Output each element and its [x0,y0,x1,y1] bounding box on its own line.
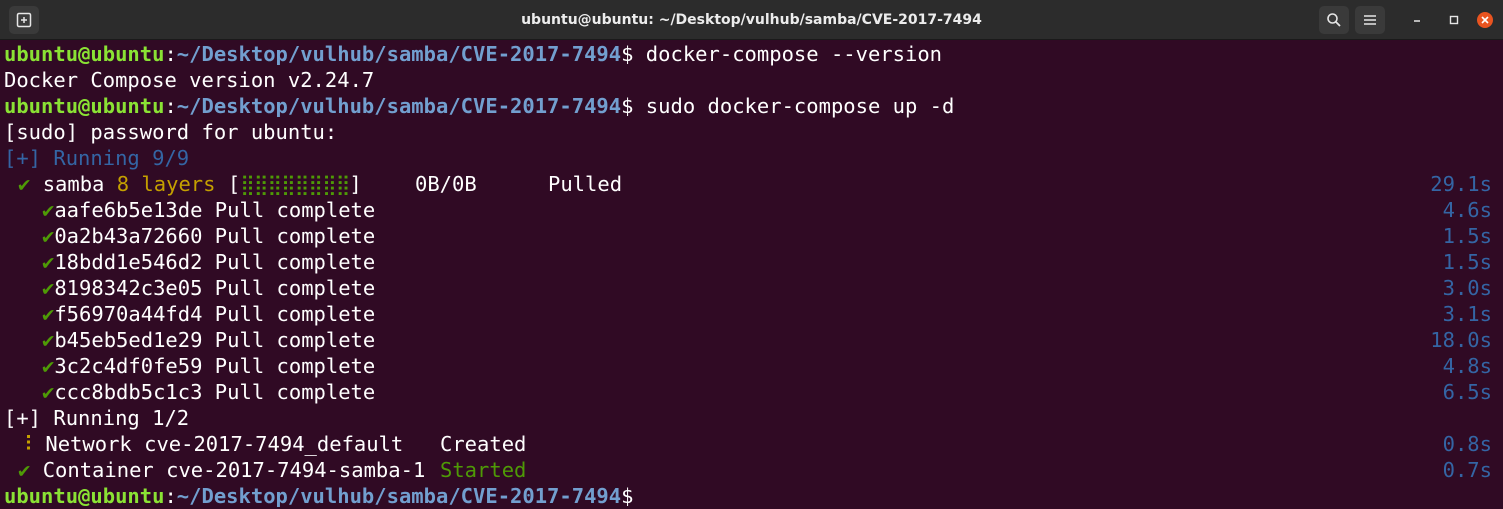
prompt-dollar: $ [621,42,634,66]
check-icon: ✔ [18,458,31,482]
hamburger-menu-icon [1363,14,1377,26]
prompt-dollar: $ [621,94,634,118]
layer-row: ✔f56970a44fd4 Pull complete 3.1s [4,301,1503,327]
layer-id: f56970a44fd4 [54,302,203,326]
download-size: 0B/0B [415,172,477,196]
terminal-line: ubuntu@ubuntu:~/Desktop/vulhub/samba/CVE… [4,483,1503,509]
layer-row: ✔3c2c4df0fe59 Pull complete 4.8s [4,353,1503,379]
elapsed-time: 3.0s [1442,276,1492,300]
minimize-icon [1412,15,1422,25]
prompt-colon: : [164,42,177,66]
container-text: Container cve-2017-7494-samba-1 [42,458,426,482]
prompt-colon: : [164,484,177,508]
service-name: samba [42,172,105,196]
layer-status: Pull complete [214,276,376,300]
maximize-button[interactable] [1441,6,1467,34]
elapsed-time: 18.0s [1430,328,1492,352]
elapsed-time: 3.1s [1442,302,1492,326]
close-button[interactable] [1472,6,1498,34]
output-text: Docker Compose version v2.24.7 [4,68,375,92]
container-status: Started [440,458,527,482]
check-icon: ✔ [18,172,31,196]
layer-status: Pull complete [214,354,376,378]
prompt-user-host: ubuntu@ubuntu [4,484,165,508]
network-text: Network cve-2017-7494_default [45,432,404,456]
window-title: ubuntu@ubuntu: ~/Desktop/vulhub/samba/CV… [521,12,982,28]
elapsed-time: 1.5s [1442,224,1492,248]
terminal-line: ubuntu@ubuntu:~/Desktop/vulhub/samba/CVE… [4,41,1503,67]
layer-id: 8198342c3e05 [54,276,203,300]
elapsed-time: 1.5s [1442,250,1492,274]
check-icon: ✔ [42,276,55,300]
command-text: docker-compose --version [633,42,943,66]
layer-id: 3c2c4df0fe59 [54,354,203,378]
progress-bracket-open: [ [227,172,241,196]
elapsed-time: 0.8s [1442,432,1492,456]
close-icon [1476,11,1494,29]
layer-status: Pull complete [214,302,376,326]
prompt-user-host: ubuntu@ubuntu [4,94,165,118]
elapsed-time: 4.6s [1442,198,1492,222]
layer-row: ✔8198342c3e05 Pull complete 3.0s [4,275,1503,301]
check-icon: ✔ [42,250,55,274]
check-icon: ✔ [42,198,55,222]
progress-bracket-close: ] [349,172,362,196]
layer-status: Pull complete [214,380,376,404]
layer-status: Pull complete [214,198,376,222]
layer-id: aafe6b5e13de [54,198,203,222]
layer-count: 8 layers [116,172,216,196]
check-icon: ✔ [42,380,55,404]
layer-row: ✔aafe6b5e13de Pull complete 4.6s [4,197,1503,223]
maximize-icon [1449,15,1459,25]
check-icon: ✔ [42,302,55,326]
check-icon: ✔ [42,354,55,378]
terminal-output[interactable]: ubuntu@ubuntu:~/Desktop/vulhub/samba/CVE… [0,41,1503,509]
search-icon [1326,12,1342,28]
prompt-path: ~/Desktop/vulhub/samba/CVE-2017-7494 [176,42,622,66]
terminal-line: Docker Compose version v2.24.7 [4,67,1503,93]
layer-row: ✔b45eb5ed1e29 Pull complete 18.0s [4,327,1503,353]
elapsed-time: 29.1s [1430,172,1492,196]
progress-bar: ⣿⣿⣿⣿⣿⣿⣿⣿ [240,172,350,196]
terminal-line: ubuntu@ubuntu:~/Desktop/vulhub/samba/CVE… [4,93,1503,119]
spinner-icon: ⠸ [18,432,34,456]
minimize-button[interactable] [1404,6,1430,34]
prompt-dollar: $ [621,484,634,508]
sudo-prompt-text: [sudo] password for ubuntu: [4,120,338,144]
layer-row: ✔ccc8bdb5c1c3 Pull complete 6.5s [4,379,1503,405]
terminal-line: ✔ Container cve-2017-7494-samba-1 Started… [4,457,1503,483]
elapsed-time: 6.5s [1442,380,1492,404]
pull-status: Pulled [548,172,623,196]
search-button[interactable] [1319,6,1349,34]
layer-row: ✔18bdd1e546d2 Pull complete 1.5s [4,249,1503,275]
layer-status: Pull complete [214,250,376,274]
prompt-path: ~/Desktop/vulhub/samba/CVE-2017-7494 [176,484,622,508]
elapsed-time: 0.7s [1442,458,1492,482]
title-bar: ubuntu@ubuntu: ~/Desktop/vulhub/samba/CV… [0,0,1503,40]
running-status-text: [+] Running 9/9 [4,146,190,170]
prompt-path: ~/Desktop/vulhub/samba/CVE-2017-7494 [176,94,622,118]
terminal-line: [+] Running 1/2 [4,405,1503,431]
layer-status: Pull complete [214,328,376,352]
prompt-user-host: ubuntu@ubuntu [4,42,165,66]
prompt-colon: : [164,94,177,118]
layer-id: 0a2b43a72660 [54,224,203,248]
terminal-line: [+] Running 9/9 [4,145,1503,171]
terminal-line: ✔ samba 8 layers [⣿⣿⣿⣿⣿⣿⣿⣿] 0B/0B Pulled 29… [4,171,1503,197]
layer-id: b45eb5ed1e29 [54,328,203,352]
layer-id: ccc8bdb5c1c3 [54,380,203,404]
layer-status: Pull complete [214,224,376,248]
terminal-line: ⠸ Network cve-2017-7494_default Created 0.… [4,431,1503,457]
terminal-line: [sudo] password for ubuntu: [4,119,1503,145]
elapsed-time: 4.8s [1442,354,1492,378]
check-icon: ✔ [42,328,55,352]
check-icon: ✔ [42,224,55,248]
layer-row: ✔0a2b43a72660 Pull complete 1.5s [4,223,1503,249]
layer-id: 18bdd1e546d2 [54,250,203,274]
menu-button[interactable] [1355,6,1385,34]
layer-list: ✔aafe6b5e13de Pull complete 4.6s ✔0a2b43a7… [4,197,1503,405]
running-status-text: [+] Running 1/2 [4,406,190,430]
command-text: sudo docker-compose up -d [633,94,955,118]
network-status: Created [440,432,527,456]
